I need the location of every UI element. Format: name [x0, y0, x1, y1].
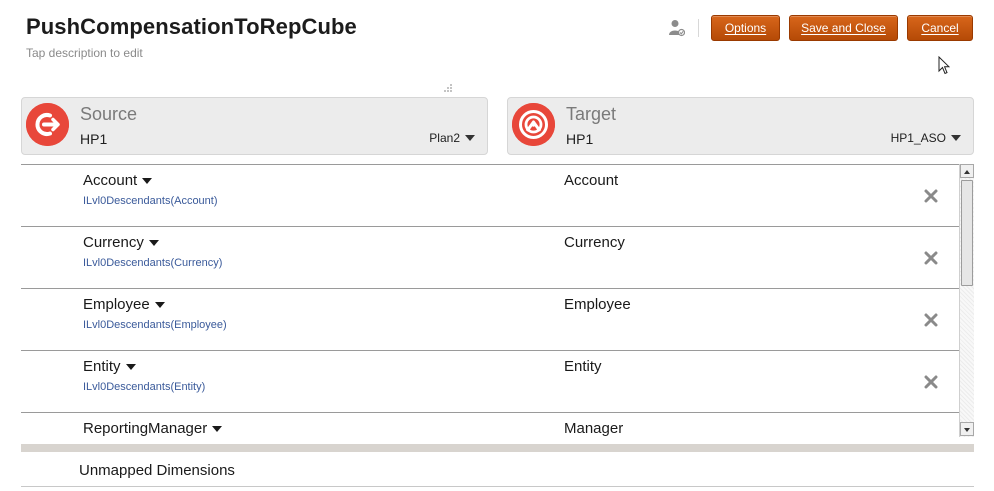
- source-dimension-name: Entity: [83, 358, 121, 375]
- source-member-selection[interactable]: ILvl0Descendants(Entity): [83, 381, 205, 393]
- scroll-up-button[interactable]: [960, 164, 974, 178]
- mapping-row: Currency ILvl0Descendants(Currency) Curr…: [21, 227, 959, 289]
- mapping-row: Employee ILvl0Descendants(Employee) Empl…: [21, 289, 959, 351]
- target-dimension-name: Manager: [564, 420, 624, 437]
- caret-down-icon: [212, 426, 223, 432]
- remove-icon[interactable]: [923, 250, 939, 266]
- source-dimension-dropdown[interactable]: Currency: [83, 234, 159, 251]
- source-dimension-name: Account: [83, 172, 138, 189]
- target-dimension-name: Employee: [564, 296, 631, 313]
- source-member-selection[interactable]: ILvl0Descendants(Currency): [83, 257, 222, 269]
- caret-down-icon: [125, 364, 136, 370]
- user-icon[interactable]: [669, 19, 686, 37]
- remove-icon[interactable]: [923, 188, 939, 204]
- remove-icon[interactable]: [923, 374, 939, 390]
- remove-icon[interactable]: [923, 312, 939, 328]
- grid-scrollbar[interactable]: [959, 164, 974, 437]
- source-dimension-dropdown[interactable]: Entity: [83, 358, 136, 375]
- mapping-row: ReportingManager Manager: [21, 413, 959, 437]
- target-dimension-name: Entity: [564, 358, 602, 375]
- source-dimension-dropdown[interactable]: Employee: [83, 296, 165, 313]
- target-application: HP1: [566, 131, 594, 147]
- options-button[interactable]: Options: [711, 15, 780, 41]
- target-cube-value: HP1_ASO: [890, 131, 946, 145]
- caret-down-icon: [154, 302, 165, 308]
- page-title: PushCompensationToRepCube: [26, 14, 357, 39]
- caret-down-icon: [465, 135, 475, 141]
- source-icon: [26, 103, 69, 146]
- target-icon: [512, 103, 555, 146]
- source-dimension-name: Currency: [83, 234, 144, 251]
- caret-down-icon: [142, 178, 153, 184]
- source-dimension-dropdown[interactable]: ReportingManager: [83, 420, 223, 437]
- resize-grip-icon[interactable]: [443, 80, 453, 92]
- target-dimension-name: Currency: [564, 234, 625, 251]
- target-cube-dropdown[interactable]: HP1_ASO: [891, 131, 961, 145]
- target-dimension-name: Account: [564, 172, 619, 189]
- source-dimension-dropdown[interactable]: Account: [83, 172, 153, 189]
- unmapped-dimensions-header[interactable]: Unmapped Dimensions: [79, 462, 235, 479]
- dimension-mapping-grid: Account ILvl0Descendants(Account) Accoun…: [21, 164, 959, 437]
- data-map-editor: PushCompensationToRepCube Tap descriptio…: [0, 0, 994, 491]
- caret-down-icon: [148, 240, 159, 246]
- description-field[interactable]: Tap description to edit: [26, 46, 143, 60]
- source-dimension-name: Employee: [83, 296, 150, 313]
- toolbar-divider: [698, 19, 699, 37]
- source-application: HP1: [80, 131, 108, 147]
- panel-splitter[interactable]: [21, 444, 974, 452]
- cancel-button[interactable]: Cancel: [907, 15, 973, 41]
- caret-down-icon: [951, 135, 961, 141]
- target-label: Target: [566, 104, 617, 124]
- target-card: Target HP1 HP1_ASO: [507, 97, 974, 155]
- source-dimension-name: ReportingManager: [83, 420, 208, 437]
- mapping-row: Entity ILvl0Descendants(Entity) Entity: [21, 351, 959, 413]
- scroll-down-button[interactable]: [960, 422, 974, 436]
- mouse-pointer-icon: [938, 55, 951, 75]
- source-member-selection[interactable]: ILvl0Descendants(Employee): [83, 319, 227, 331]
- source-cube-dropdown[interactable]: Plan2: [429, 131, 475, 145]
- save-and-close-button[interactable]: Save and Close: [789, 15, 898, 41]
- source-member-selection[interactable]: ILvl0Descendants(Account): [83, 195, 218, 207]
- source-card: Source HP1 Plan2: [21, 97, 488, 155]
- source-cube-value: Plan2: [429, 131, 460, 145]
- mapping-row: Account ILvl0Descendants(Account) Accoun…: [21, 165, 959, 227]
- divider: [21, 486, 974, 487]
- scroll-thumb[interactable]: [961, 180, 973, 286]
- source-label: Source: [80, 104, 138, 124]
